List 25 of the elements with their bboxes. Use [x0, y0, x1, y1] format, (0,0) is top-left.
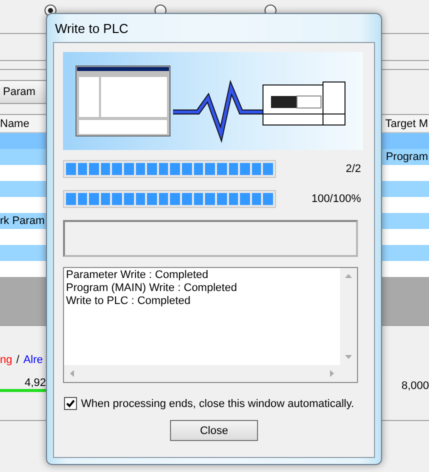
column-header: Name: [0, 118, 30, 130]
progress-reading: 100/100%: [311, 193, 361, 205]
table-cell: Program: [386, 151, 428, 163]
close-button[interactable]: Close: [170, 420, 258, 441]
table-cell: rk Param: [0, 215, 45, 227]
checkbox[interactable]: [64, 397, 77, 410]
log-line: Write to PLC : Completed: [66, 295, 192, 308]
total-size: 8,000: [401, 380, 429, 392]
usage-bar: [0, 389, 46, 392]
progress-reading: 2/2: [346, 163, 361, 175]
legend-label: ng: [0, 354, 12, 366]
used-size: 4,92: [24, 377, 46, 389]
parameter-button[interactable]: Param: [0, 80, 48, 104]
column-header: Target M: [385, 118, 428, 130]
legend-label: /: [16, 354, 20, 366]
log-line: Program (MAIN) Write : Completed: [66, 282, 238, 295]
log-line: Parameter Write : Completed: [66, 269, 210, 282]
vertical-scrollbar[interactable]: [340, 268, 357, 365]
legend-label: Alre: [23, 354, 43, 366]
checkbox-label: When processing ends, close this window automatically.: [81, 398, 354, 410]
scroll-down-icon[interactable]: [345, 355, 352, 359]
horizontal-scrollbar[interactable]: [64, 365, 340, 382]
scroll-left-icon[interactable]: [70, 370, 74, 377]
window-title: Write to PLC: [54, 20, 130, 38]
scroll-right-icon[interactable]: [330, 370, 334, 377]
